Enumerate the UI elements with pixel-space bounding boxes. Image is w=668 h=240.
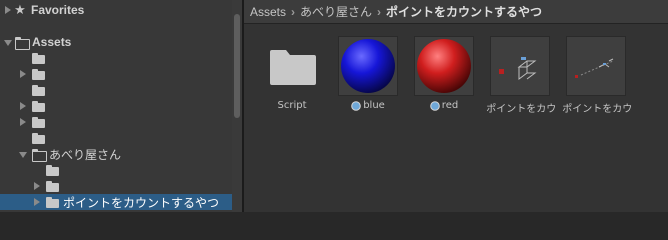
folder-icon <box>32 116 45 128</box>
assets-row[interactable]: Assets <box>0 34 232 50</box>
asset-browser: Assets › あべり屋さん › ポイントをカウントするやつ Script b… <box>244 0 668 212</box>
breadcrumb-assets[interactable]: Assets <box>250 5 286 19</box>
open-folder-icon <box>15 36 30 50</box>
folder-icon <box>46 196 59 208</box>
collapse-arrow-icon[interactable] <box>18 146 28 162</box>
open-folder-icon <box>32 148 47 162</box>
asset-prefab[interactable]: ポイントをカウ... <box>562 36 632 116</box>
asset-prefab[interactable]: ポイントをカウ... <box>486 36 556 116</box>
chevron-right-icon: › <box>377 4 382 19</box>
folder-icon <box>46 180 59 192</box>
folder-icon <box>46 164 59 176</box>
tree-folder-selected[interactable]: ポイントをカウントするやつ <box>0 194 232 210</box>
expand-arrow-icon[interactable] <box>32 194 42 210</box>
asset-thumbnail <box>262 36 322 96</box>
asset-label: blue <box>332 100 404 111</box>
tree-folder-item[interactable] <box>0 130 232 146</box>
scrollbar-thumb[interactable] <box>234 14 240 118</box>
expand-arrow-icon[interactable] <box>18 66 28 82</box>
tree-folder-item[interactable] <box>0 98 232 114</box>
material-icon <box>429 100 440 111</box>
asset-red-material[interactable]: red <box>412 36 476 116</box>
tree-folder-abeya[interactable]: あべり屋さん <box>0 146 232 162</box>
tree-folder-item[interactable] <box>0 66 232 82</box>
asset-thumbnail <box>566 36 626 96</box>
asset-blue-material[interactable]: blue <box>336 36 400 116</box>
tree-folder-item[interactable] <box>0 178 232 194</box>
asset-label: ポイントをカウ... <box>484 100 556 115</box>
asset-thumbnail <box>414 36 474 96</box>
tree-folder-item[interactable] <box>0 162 232 178</box>
material-icon <box>351 100 361 111</box>
breadcrumb: Assets › あべり屋さん › ポイントをカウントするやつ <box>244 0 668 24</box>
prefab-preview-icon <box>575 58 614 78</box>
asset-label: Script <box>277 100 307 111</box>
sphere-preview-icon <box>417 39 471 93</box>
expand-arrow-icon[interactable] <box>32 178 42 194</box>
project-tree: ★ Favorites Assets あべり屋さん ポイントをカウントするやつ <box>0 0 242 212</box>
folder-icon <box>32 52 45 64</box>
favorites-label: Favorites <box>31 3 85 17</box>
collapse-arrow-icon[interactable] <box>3 34 13 50</box>
star-icon: ★ <box>14 2 26 18</box>
breadcrumb-abeya[interactable]: あべり屋さん <box>300 3 372 20</box>
folder-icon <box>32 132 45 144</box>
selected-folder-label: ポイントをカウントするやつ <box>63 195 220 210</box>
asset-thumbnail <box>338 36 398 96</box>
folder-icon <box>32 68 45 80</box>
sphere-preview-icon <box>341 39 395 93</box>
tree-folder-item[interactable] <box>0 50 232 66</box>
folder-icon <box>32 100 45 112</box>
favorites-row[interactable]: ★ Favorites <box>0 2 232 18</box>
asset-label: red <box>408 100 480 111</box>
tree-folder-item[interactable] <box>0 114 232 130</box>
tree-scrollbar[interactable] <box>232 0 242 212</box>
tree-folder-item[interactable] <box>0 82 232 98</box>
expand-arrow-icon[interactable] <box>18 114 28 130</box>
expand-arrow-icon[interactable] <box>3 2 13 18</box>
folder-icon <box>270 50 316 85</box>
abeya-label: あべり屋さん <box>49 147 122 162</box>
asset-label: ポイントをカウ... <box>560 100 632 115</box>
prefab-preview-icon <box>499 57 537 80</box>
asset-script-folder[interactable]: Script <box>260 36 324 116</box>
chevron-right-icon: › <box>291 4 296 19</box>
breadcrumb-current[interactable]: ポイントをカウントするやつ <box>386 3 542 20</box>
asset-thumbnail <box>490 36 550 96</box>
expand-arrow-icon[interactable] <box>18 98 28 114</box>
assets-label: Assets <box>32 35 72 49</box>
folder-icon <box>32 84 45 96</box>
